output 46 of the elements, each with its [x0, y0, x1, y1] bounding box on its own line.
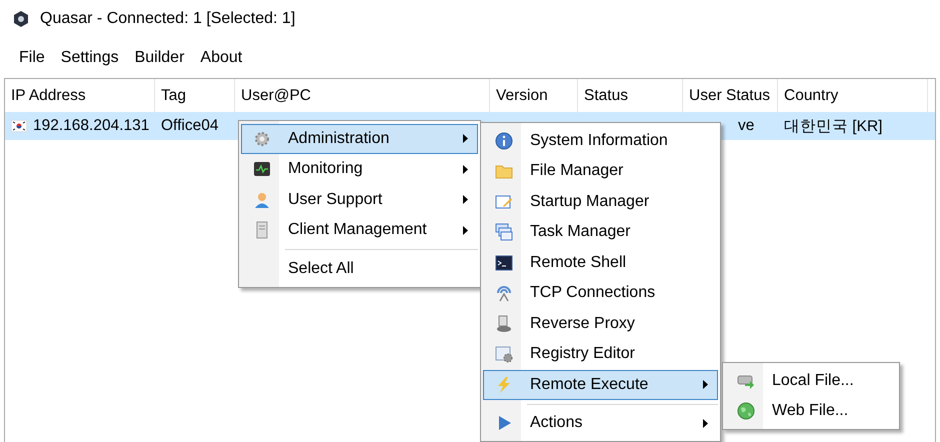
- menu-item[interactable]: Client Management: [241, 216, 478, 245]
- menu-item[interactable]: System Information: [483, 126, 718, 156]
- terminal-icon: [495, 254, 513, 272]
- menu-item[interactable]: Local File...: [725, 366, 897, 396]
- menu-item[interactable]: Startup Manager: [483, 187, 718, 216]
- submenu-arrow-icon: [462, 195, 468, 204]
- submenu-arrow-icon: [462, 164, 468, 174]
- signal-icon: [495, 284, 513, 302]
- gear-icon: [253, 130, 271, 148]
- flag-icon: [11, 120, 27, 132]
- submenu-arrow-icon: [462, 226, 468, 235]
- menu-item[interactable]: File Manager: [483, 156, 718, 186]
- menu-item[interactable]: Administration: [241, 124, 478, 154]
- menu-item[interactable]: Builder: [126, 49, 192, 67]
- submenu-arrow-icon: [702, 418, 708, 428]
- window-title: Quasar - Connected: 1 [Selected: 1]: [40, 10, 296, 28]
- globe-icon: [737, 402, 755, 420]
- lightning-icon: [495, 376, 513, 394]
- table-cell: ve: [738, 117, 754, 134]
- edit-icon: [495, 192, 513, 211]
- app-logo-icon: [12, 10, 30, 28]
- monitor-icon: [253, 160, 271, 178]
- registry-icon: [495, 345, 513, 364]
- menu-item[interactable]: Select All: [241, 254, 478, 284]
- table-cell: 대한민국 [KR]: [784, 118, 882, 134]
- menu-item[interactable]: TCP Connections: [483, 278, 718, 308]
- menu-item[interactable]: Actions: [483, 408, 718, 438]
- menu-item[interactable]: Registry Editor: [483, 340, 718, 369]
- proxy-icon: [495, 314, 513, 333]
- menu-item[interactable]: Task Manager: [483, 218, 718, 247]
- submenu-arrow-icon: [702, 380, 708, 390]
- table-cell: Office04: [161, 117, 218, 134]
- menu-item[interactable]: Remote Execute: [483, 370, 718, 400]
- menu-item[interactable]: Settings: [52, 49, 127, 67]
- table-cell: 192.168.204.131: [33, 117, 150, 135]
- menu-item[interactable]: Monitoring: [241, 154, 478, 184]
- menu-item[interactable]: Remote Shell: [483, 248, 718, 278]
- submenu-arrow-icon: [462, 134, 468, 144]
- menu-item[interactable]: User Support: [241, 185, 478, 214]
- menu-item[interactable]: Reverse Proxy: [483, 309, 718, 338]
- menu-item[interactable]: File: [11, 49, 53, 67]
- menu-item[interactable]: Web File...: [725, 396, 897, 426]
- menu-item[interactable]: About: [192, 49, 250, 67]
- user-icon: [253, 190, 271, 209]
- info-icon: [495, 132, 513, 150]
- windows-icon: [495, 223, 513, 242]
